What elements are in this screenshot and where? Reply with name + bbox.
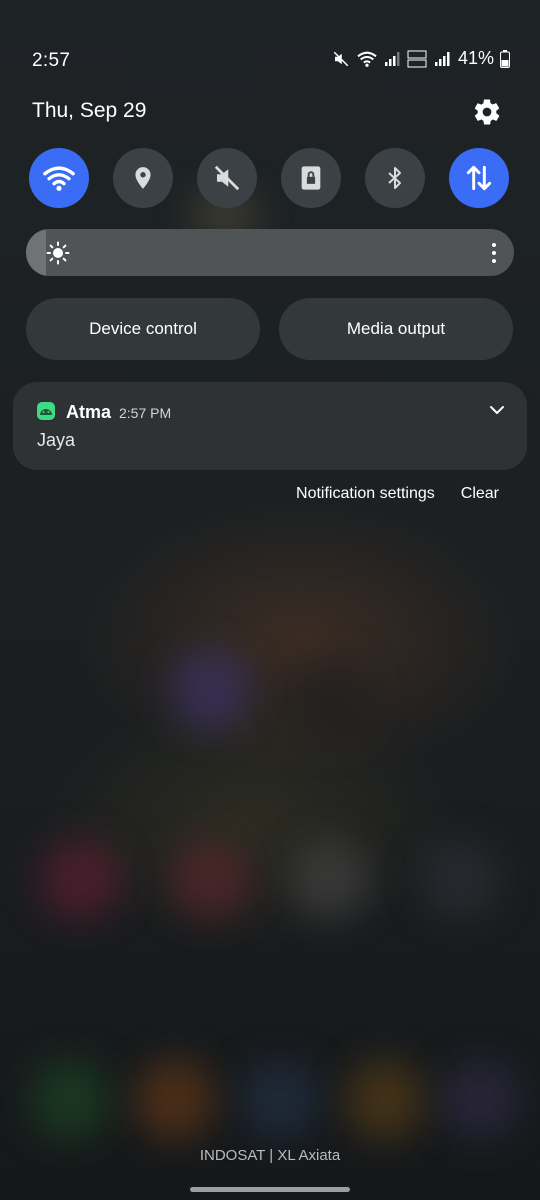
wifi-toggle[interactable] (29, 148, 89, 208)
notification-text: Jaya (37, 430, 76, 450)
notification-actions: Notification settings Clear (296, 485, 499, 503)
chevron-down-icon[interactable] (489, 404, 505, 416)
brightness-slider[interactable] (26, 229, 514, 276)
data-arrows-icon (466, 165, 492, 191)
mute-icon (214, 165, 240, 191)
signal-2-icon (434, 51, 450, 66)
sound-toggle[interactable] (197, 148, 257, 208)
status-icons: 41% (332, 48, 510, 69)
brightness-more-icon[interactable] (488, 241, 500, 265)
notification-app-name: Atma (66, 402, 112, 422)
device-control-button[interactable]: Device control (26, 298, 260, 360)
location-toggle[interactable] (113, 148, 173, 208)
battery-percent: 41% (457, 48, 494, 68)
android-app-icon (37, 402, 55, 420)
media-output-button[interactable]: Media output (279, 298, 513, 360)
clear-button[interactable]: Clear (461, 485, 499, 503)
lock-toggle[interactable] (281, 148, 341, 208)
location-icon (135, 167, 151, 189)
wifi-status-icon (357, 51, 377, 67)
carrier-label: INDOSAT | XL Axiata (199, 1147, 341, 1164)
lock-icon (301, 166, 321, 190)
brightness-sun-icon (46, 241, 70, 265)
signal-icon (384, 51, 400, 66)
date-label: Thu, Sep 29 (32, 99, 147, 122)
bluetooth-toggle[interactable] (365, 148, 425, 208)
battery-icon (500, 49, 510, 68)
mobile-data-toggle[interactable] (449, 148, 509, 208)
wifi-icon (43, 166, 75, 191)
home-indicator[interactable] (190, 1187, 350, 1192)
status-time: 2:57 (32, 50, 71, 71)
bluetooth-icon (388, 167, 401, 189)
quick-settings (29, 148, 510, 208)
mute-status-icon (333, 51, 349, 66)
notification-settings-button[interactable]: Notification settings (296, 485, 435, 503)
volte-icon (407, 50, 427, 67)
notification-card[interactable]: Atma 2:57 PM Jaya (13, 382, 527, 470)
notification-time: 2:57 PM (119, 405, 172, 421)
settings-gear-icon[interactable] (472, 97, 502, 127)
